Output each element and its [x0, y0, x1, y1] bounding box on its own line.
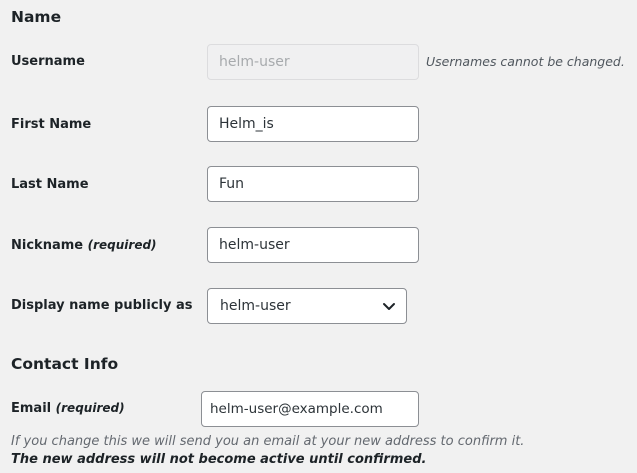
first-name-label: First Name	[11, 117, 92, 132]
email-label: Email (required)	[11, 401, 125, 416]
name-section-title: Name	[11, 8, 62, 26]
username-field	[207, 44, 419, 80]
contact-section-title: Contact Info	[11, 355, 119, 373]
last-name-field[interactable]	[207, 166, 419, 202]
email-description-line2: The new address will not become active u…	[11, 452, 427, 467]
nickname-label: Nickname (required)	[11, 238, 157, 253]
display-name-selected: helm-user	[220, 298, 291, 314]
last-name-label: Last Name	[11, 177, 89, 192]
nickname-field[interactable]	[207, 227, 419, 263]
chevron-down-icon	[382, 299, 396, 313]
email-label-text: Email	[11, 401, 52, 416]
display-name-select[interactable]: helm-user	[207, 288, 407, 324]
email-field[interactable]	[201, 391, 419, 427]
display-name-label: Display name publicly as	[11, 298, 193, 313]
username-note: Usernames cannot be changed.	[426, 54, 625, 69]
nickname-required-tag: (required)	[87, 238, 157, 252]
profile-form: Name Username Usernames cannot be change…	[0, 0, 637, 473]
nickname-label-text: Nickname	[11, 238, 84, 253]
email-required-tag: (required)	[55, 401, 125, 415]
email-description-line1: If you change this we will send you an e…	[11, 434, 525, 449]
username-label: Username	[11, 54, 85, 69]
first-name-field[interactable]	[207, 106, 419, 142]
